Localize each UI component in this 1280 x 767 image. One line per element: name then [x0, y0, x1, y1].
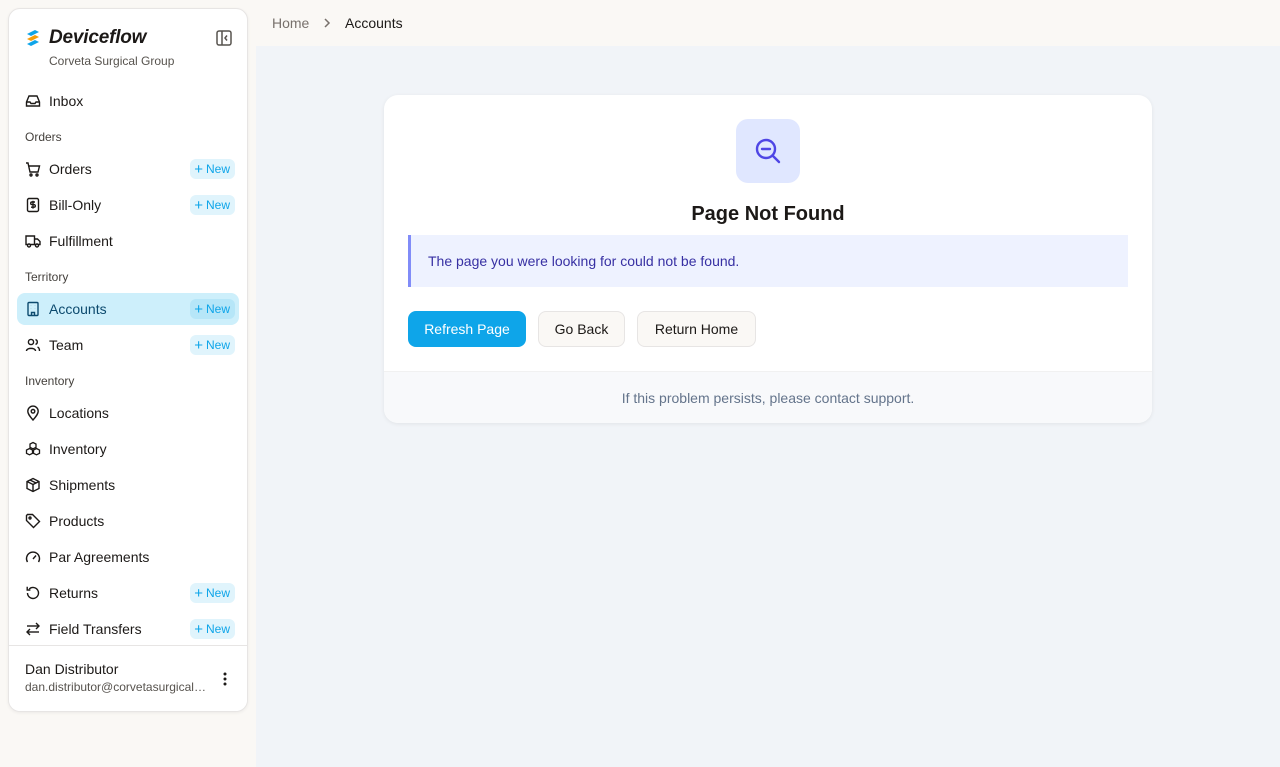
section-label-orders: Orders: [25, 130, 62, 144]
sidebar-item-label: Team: [49, 337, 84, 353]
sidebar-item-fulfillment[interactable]: Fulfillment: [17, 225, 239, 257]
sidebar-item-bill-only[interactable]: Bill-Only + New: [17, 189, 239, 221]
users-icon: [25, 337, 41, 353]
new-field-transfer-button[interactable]: + New: [190, 619, 235, 639]
package-icon: [25, 477, 41, 493]
brand-name: Deviceflow: [49, 27, 147, 48]
sidebar-item-label: Orders: [49, 161, 92, 177]
sidebar-item-accounts[interactable]: Accounts + New: [17, 293, 239, 325]
arrows-left-right-icon: [25, 621, 41, 637]
new-return-button[interactable]: + New: [190, 583, 235, 603]
cart-icon: [25, 161, 41, 177]
rotate-ccw-icon: [25, 585, 41, 601]
user-name: Dan Distributor: [25, 661, 119, 677]
user-menu-button[interactable]: [215, 668, 235, 690]
sidebar-item-label: Accounts: [49, 301, 107, 317]
refresh-page-button[interactable]: Refresh Page: [408, 311, 526, 347]
more-vertical-icon: [223, 672, 227, 686]
sidebar-item-field-transfers[interactable]: Field Transfers + New: [17, 613, 239, 645]
main-content: Page Not Found The page you were looking…: [256, 46, 1280, 767]
user-email: dan.distributor@corvetasurgicalgroup.com: [25, 680, 209, 694]
breadcrumb: Home Accounts: [256, 0, 1280, 46]
new-order-button[interactable]: + New: [190, 159, 235, 179]
sidebar-item-returns[interactable]: Returns + New: [17, 577, 239, 609]
truck-icon: [25, 233, 41, 249]
sidebar-item-label: Fulfillment: [49, 233, 113, 249]
org-name: Corveta Surgical Group: [49, 54, 175, 68]
plus-icon: +: [194, 584, 203, 602]
sidebar-item-label: Bill-Only: [49, 197, 102, 213]
sidebar-item-label: Products: [49, 513, 105, 529]
new-badge-label: New: [205, 622, 230, 636]
user-profile[interactable]: Dan Distributor dan.distributor@corvetas…: [9, 645, 247, 711]
sidebar-item-label: Inventory: [49, 441, 107, 457]
sidebar-item-label: Inbox: [49, 93, 84, 109]
brand[interactable]: Deviceflow: [25, 27, 146, 49]
tag-icon: [25, 513, 41, 529]
new-bill-only-button[interactable]: + New: [190, 195, 235, 215]
collapse-sidebar-button[interactable]: [213, 27, 235, 49]
plus-icon: +: [194, 620, 203, 638]
new-account-button[interactable]: + New: [190, 299, 235, 319]
sidebar-toggle-icon: [216, 30, 232, 46]
plus-icon: +: [194, 196, 203, 214]
breadcrumb-current: Accounts: [345, 15, 403, 31]
section-label-territory: Territory: [25, 270, 69, 284]
sidebar-item-label: Returns: [49, 585, 99, 601]
sidebar-item-label: Locations: [49, 405, 109, 421]
boxes-icon: [25, 441, 41, 457]
map-pin-icon: [25, 405, 41, 421]
sidebar-item-label: Shipments: [49, 477, 116, 493]
new-badge-label: New: [205, 302, 230, 316]
building-icon: [25, 301, 41, 317]
sidebar-item-inbox[interactable]: Inbox: [17, 85, 239, 117]
error-icon-container: [736, 119, 800, 183]
receipt-dollar-icon: [25, 197, 41, 213]
plus-icon: +: [194, 300, 203, 318]
error-message: The page you were looking for could not …: [408, 235, 1128, 287]
error-card: Page Not Found The page you were looking…: [384, 95, 1152, 423]
zoom-out-icon: [755, 138, 781, 164]
new-badge-label: New: [205, 162, 230, 176]
sidebar-item-shipments[interactable]: Shipments: [17, 469, 239, 501]
sidebar-item-par-agreements[interactable]: Par Agreements: [17, 541, 239, 573]
new-badge-label: New: [205, 338, 230, 352]
gauge-icon: [25, 549, 41, 565]
chevron-right-icon: [322, 16, 332, 32]
sidebar: Deviceflow Corveta Surgical Group Inbox …: [8, 8, 248, 712]
sidebar-item-label: Par Agreements: [49, 549, 150, 565]
sidebar-item-products[interactable]: Products: [17, 505, 239, 537]
new-badge-label: New: [205, 198, 230, 212]
inbox-icon: [25, 93, 41, 109]
sidebar-item-label: Field Transfers: [49, 621, 142, 637]
section-label-inventory: Inventory: [25, 374, 75, 388]
sidebar-item-team[interactable]: Team + New: [17, 329, 239, 361]
support-note: If this problem persists, please contact…: [384, 371, 1152, 423]
sidebar-item-locations[interactable]: Locations: [17, 397, 239, 429]
go-back-button[interactable]: Go Back: [538, 311, 625, 347]
logo-icon: [27, 30, 39, 46]
error-title: Page Not Found: [691, 203, 845, 225]
return-home-button[interactable]: Return Home: [637, 311, 756, 347]
sidebar-item-inventory[interactable]: Inventory: [17, 433, 239, 465]
breadcrumb-home-link[interactable]: Home: [272, 15, 309, 31]
sidebar-item-orders[interactable]: Orders + New: [17, 153, 239, 185]
new-team-member-button[interactable]: + New: [190, 335, 235, 355]
new-badge-label: New: [205, 586, 230, 600]
plus-icon: +: [194, 336, 203, 354]
plus-icon: +: [194, 160, 203, 178]
